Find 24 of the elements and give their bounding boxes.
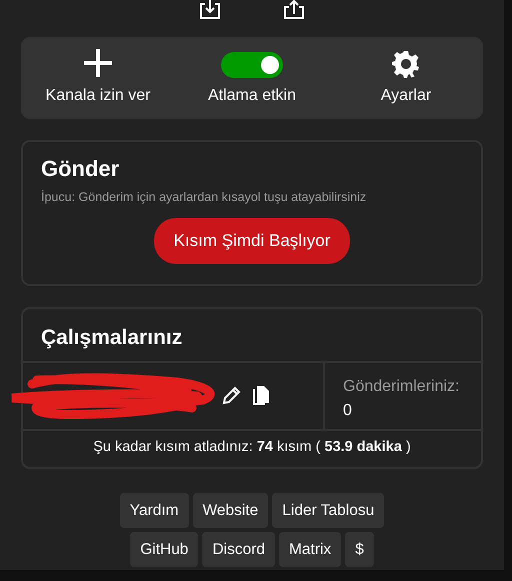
hint-text: İpucu: Gönderim için ayarlardan kısayol tuşu atayabilirsiniz xyxy=(40,189,368,206)
link-button[interactable]: $ xyxy=(345,532,374,568)
link-button[interactable]: Discord xyxy=(202,532,275,568)
link-button[interactable]: Lider Tablosu xyxy=(272,492,384,528)
section-title: Gönder xyxy=(40,155,120,182)
submissions-count: 0 xyxy=(343,400,353,421)
export-icon[interactable] xyxy=(283,0,305,20)
skipped-summary: Şu kadar kısım atladınız: 74 kısım ( 53.9 dakika ) xyxy=(92,438,412,457)
toggle-switch[interactable] xyxy=(221,52,283,78)
submissions-label: Gönderimleriniz: xyxy=(343,376,460,397)
link-button[interactable]: Yardım xyxy=(120,492,189,528)
section-title: Çalışmalarınız xyxy=(23,308,481,363)
edit-icon[interactable] xyxy=(221,386,241,406)
copy-icon[interactable] xyxy=(253,386,269,406)
link-button[interactable]: Website xyxy=(192,492,268,528)
link-button[interactable]: Matrix xyxy=(278,532,342,568)
import-icon[interactable] xyxy=(199,0,221,20)
link-button[interactable]: GitHub xyxy=(130,532,198,568)
action-label: Ayarlar xyxy=(380,86,432,106)
settings-icon[interactable] xyxy=(392,50,420,78)
action-label: Atlama etkin xyxy=(208,86,296,106)
action-label: Kanala izin ver xyxy=(46,86,150,106)
add-icon[interactable] xyxy=(83,48,113,78)
submit-button[interactable]: Kısım Şimdi Başlıyor xyxy=(154,218,350,264)
